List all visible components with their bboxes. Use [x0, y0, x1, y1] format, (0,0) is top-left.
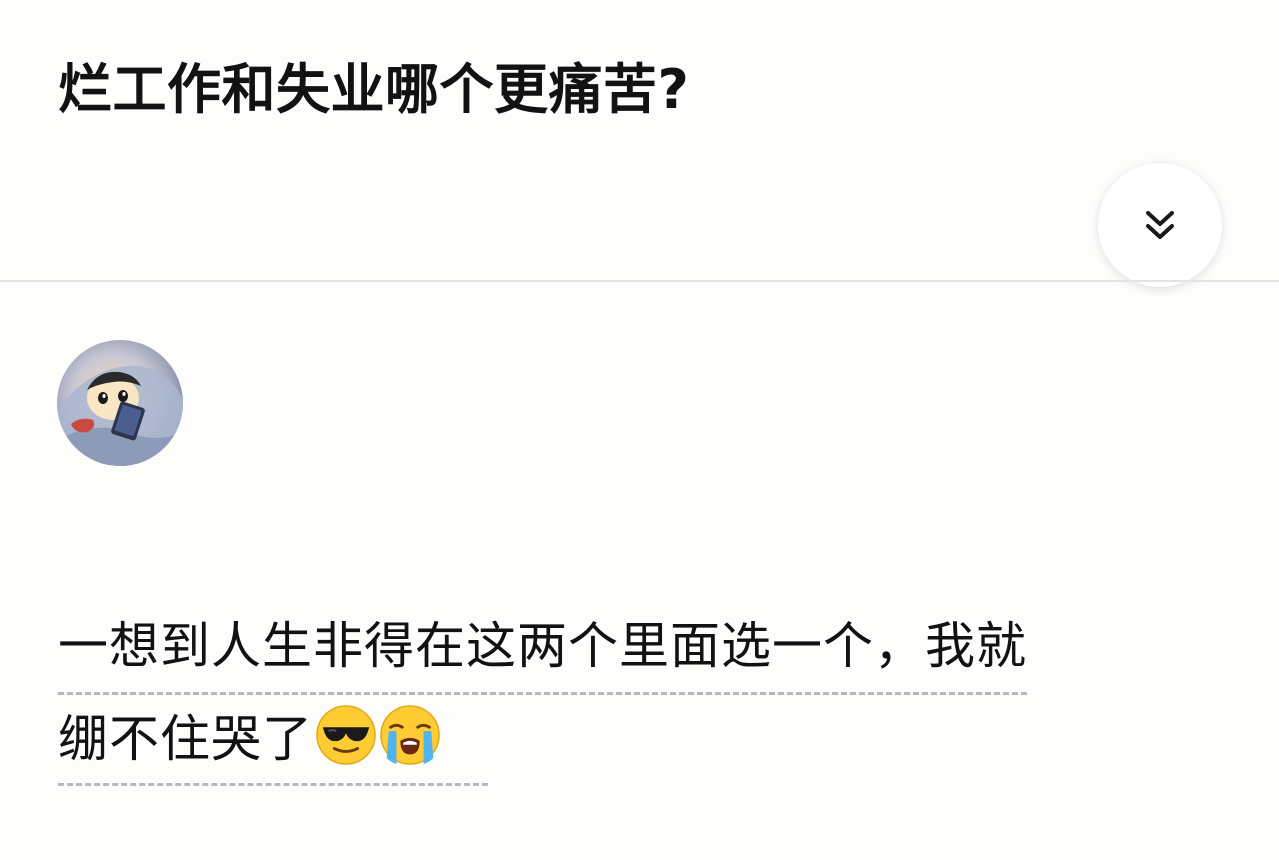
answer-line-2-text: 绷不住哭了: [58, 710, 313, 768]
loudly-crying-emoji-icon: [380, 705, 440, 765]
sunglasses-emoji-icon: [316, 705, 376, 765]
answer-line-1: 一想到人生非得在这两个里面选一个，我就: [58, 602, 1027, 695]
avatar-image: [57, 340, 183, 466]
question-title[interactable]: 烂工作和失业哪个更痛苦?: [58, 52, 689, 128]
answer-line-2: 绷不住哭了: [58, 695, 488, 786]
question-header: 烂工作和失业哪个更痛苦?: [0, 0, 1279, 287]
expand-button[interactable]: [1098, 163, 1222, 287]
answer-content[interactable]: 一想到人生非得在这两个里面选一个，我就 绷不住哭了: [58, 602, 1208, 786]
divider: [0, 280, 1279, 282]
chevron-double-down-icon: [1146, 211, 1174, 239]
avatar[interactable]: [57, 340, 183, 466]
